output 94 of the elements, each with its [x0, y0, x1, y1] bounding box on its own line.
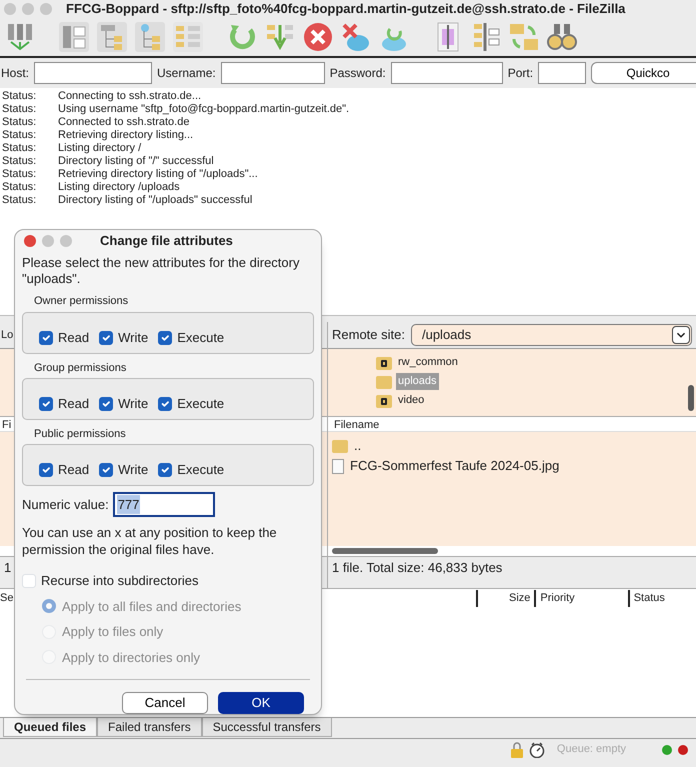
checkbox[interactable] [158, 396, 172, 411]
tree-item[interactable]: rw_common [396, 354, 460, 371]
window-title: FFCG-Boppard - sftp://sftp_foto%40fcg-boppard.martin-gutzeit.de@ssh.strato.de - FileZilla [66, 0, 626, 18]
column-header[interactable]: Filename [334, 419, 380, 431]
input-field[interactable]: 777 [112, 492, 215, 517]
input-field[interactable] [220, 62, 325, 84]
checkbox[interactable] [39, 463, 53, 478]
log-message: Connected to ssh.strato.de [58, 116, 190, 129]
file-name[interactable]: FCG-Sommerfest Taufe 2024-05.jpg [350, 456, 560, 476]
site-label: Remote site: [332, 326, 405, 344]
radio-label: Apply to directories only [62, 648, 200, 667]
checkbox-label: Write [118, 329, 148, 348]
checkbox[interactable] [99, 330, 114, 345]
folder-icon [376, 374, 392, 388]
field-label: Username: [157, 65, 216, 82]
hint-text: You can use an x at any position to keep the permission the original files have. [22, 524, 278, 558]
window-control[interactable] [24, 234, 36, 247]
input-field[interactable] [390, 62, 503, 84]
log-message: Using username "sftp_foto@fcg-boppard.martin-gutzeit.de". [58, 103, 350, 116]
input-field[interactable] [538, 62, 586, 84]
folder-icon [332, 440, 348, 452]
file-icon [332, 458, 344, 474]
log-message: Listing directory / [58, 142, 142, 155]
file-name[interactable]: .. [354, 436, 362, 456]
queue-status: Queue: empty [556, 742, 626, 758]
tree-item[interactable]: video [396, 392, 426, 409]
tree-icon[interactable] [134, 21, 166, 53]
checkbox-label: Read [58, 395, 90, 414]
status-text: 1 file. Total size: 46,833 bytes [332, 558, 502, 577]
folder-sync-icon[interactable] [508, 21, 540, 53]
checkbox-label: Write [118, 461, 148, 480]
log-label: Status: [2, 129, 38, 142]
checkbox[interactable] [39, 330, 53, 345]
group-label: Public permissions [34, 426, 127, 442]
input-field[interactable] [34, 62, 152, 84]
scrollbar-thumb[interactable] [332, 548, 438, 554]
log-message: Directory listing of "/uploads" successful [58, 194, 252, 207]
binoculars-icon[interactable] [546, 21, 578, 53]
cancel-icon[interactable] [302, 21, 334, 53]
log-message: Directory listing of "/" successful [58, 155, 214, 168]
radio-label: Apply to files only [62, 623, 164, 641]
log-label: Status: [2, 194, 38, 207]
checkbox[interactable] [39, 396, 53, 411]
checkbox-label: Read [58, 329, 90, 348]
log-label: Status: [2, 181, 38, 194]
checkbox-label: Execute [177, 395, 224, 414]
speed-limit-icon[interactable] [528, 742, 545, 758]
checkbox-label: Read [58, 461, 90, 480]
checkbox[interactable] [99, 463, 114, 478]
cancel-button[interactable]: Cancel [122, 692, 208, 714]
scrollbar-thumb[interactable] [688, 385, 694, 411]
status-text: 1 [4, 558, 12, 577]
lock-icon[interactable] [510, 742, 523, 758]
log-label: Status: [2, 116, 38, 129]
path-combo[interactable]: /uploads [410, 324, 692, 346]
checkbox[interactable] [158, 330, 172, 345]
field-label: Password: [330, 65, 386, 82]
log-message: Connecting to ssh.strato.de... [58, 90, 202, 103]
field-label: Numeric value: [22, 496, 109, 514]
checkbox-label: Execute [177, 329, 224, 348]
tab[interactable]: Successful transfers [202, 718, 332, 737]
site-label: Lo [1, 328, 14, 343]
unknown-folder-icon [376, 394, 392, 408]
quickconnect-button[interactable]: Quickco [591, 62, 696, 84]
log-message: Retrieving directory listing of "/uploads"... [58, 168, 258, 181]
log-label: Status: [2, 90, 38, 103]
tab[interactable]: Queued files [3, 718, 98, 737]
column-header: Se [0, 591, 14, 606]
log-label: Status: [2, 155, 38, 168]
log-label: Status: [2, 103, 38, 116]
log-message: Listing directory /uploads [58, 181, 180, 194]
dialog-title: Change file attributes [100, 232, 233, 250]
unknown-folder-icon [376, 356, 392, 370]
dropdown-icon[interactable] [672, 326, 690, 344]
checkbox[interactable] [99, 396, 114, 411]
panels-icon[interactable] [58, 21, 90, 53]
group-label: Owner permissions [34, 294, 130, 310]
group-label: Group permissions [34, 360, 128, 376]
tree-icon[interactable] [96, 21, 128, 53]
checkbox-label: Write [118, 395, 148, 414]
column-header: Fi [2, 419, 12, 431]
checkbox-label: Execute [177, 461, 224, 480]
field-label: Port: [508, 65, 534, 82]
checkbox-label: Recurse into subdirectories [41, 572, 199, 590]
radio-label: Apply to all files and directories [62, 598, 242, 616]
log-message: Retrieving directory listing... [58, 129, 194, 142]
dialog-text: Please select the new attributes for the directory "uploads". [22, 255, 300, 288]
ok-button[interactable]: OK [218, 692, 304, 714]
log-label: Status: [2, 142, 38, 155]
disconnect-icon[interactable] [340, 21, 372, 53]
tab[interactable]: Failed transfers [97, 718, 202, 737]
log-label: Status: [2, 168, 38, 181]
field-label: Host: [1, 65, 30, 82]
checkbox[interactable] [158, 463, 172, 478]
